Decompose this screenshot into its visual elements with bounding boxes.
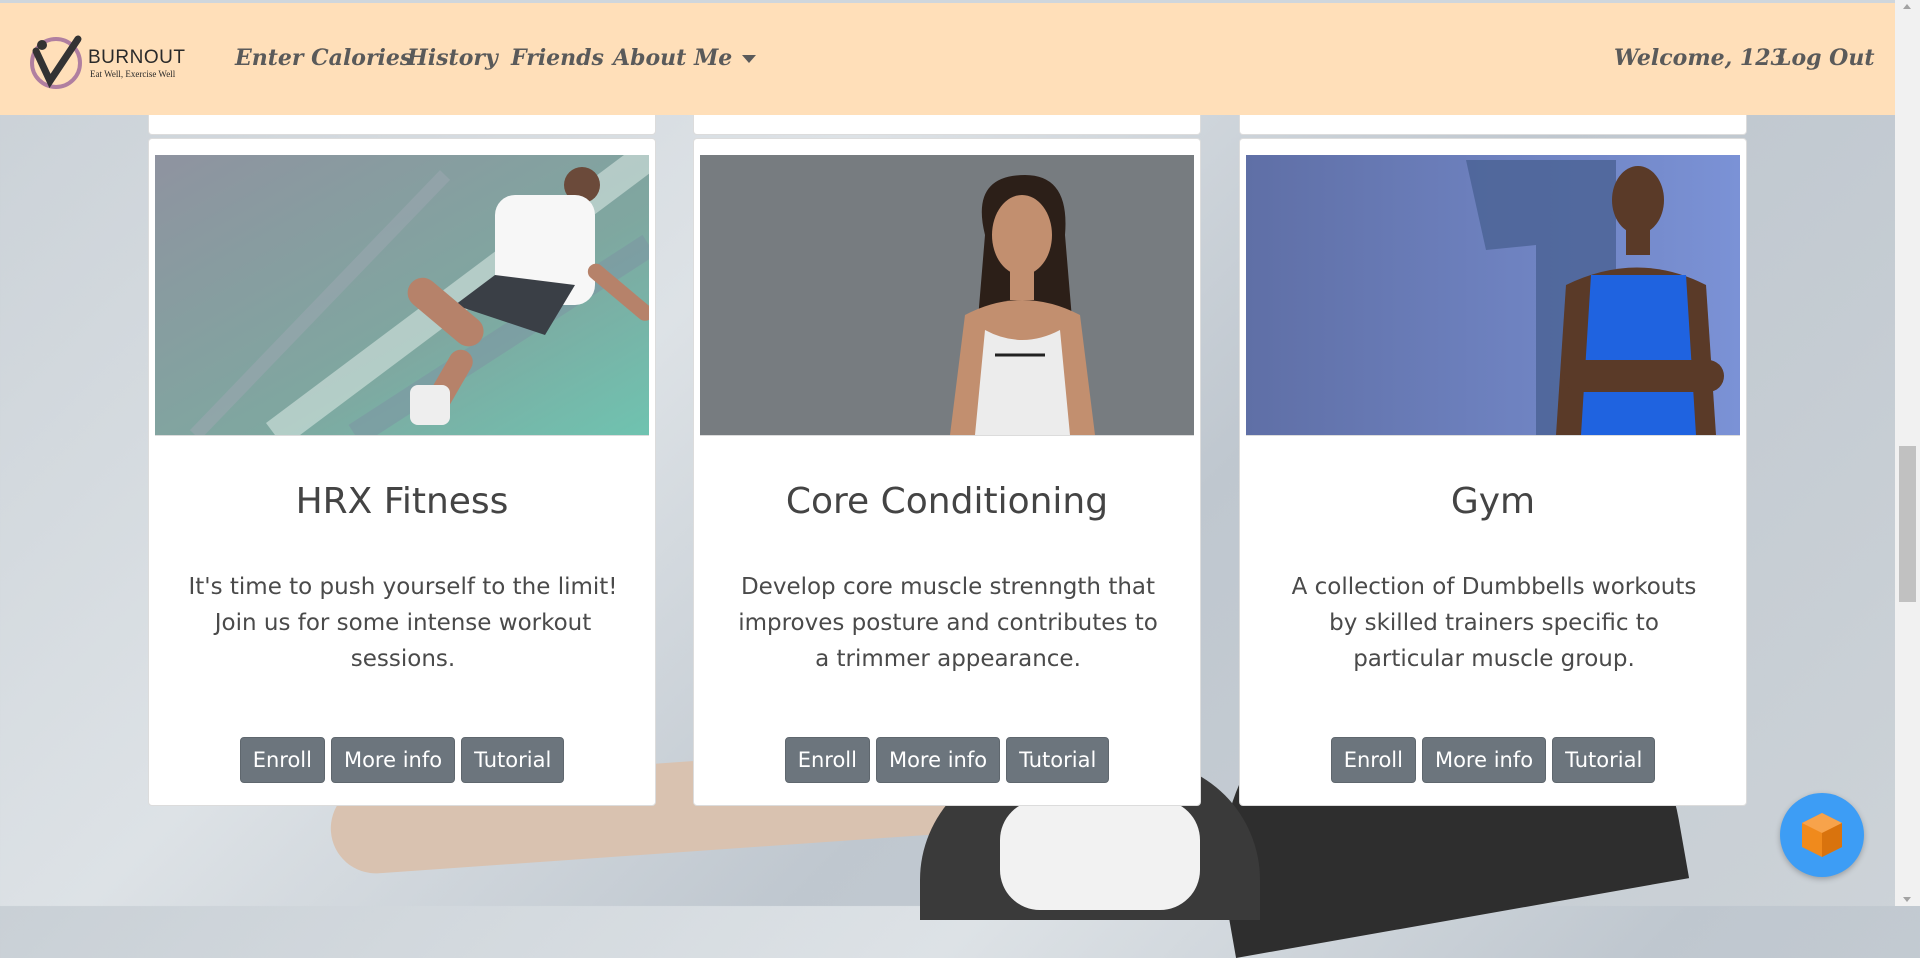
card-bottom-edge [1239,115,1747,135]
scroll-up-arrow-icon[interactable] [1903,4,1911,9]
page-scrollbar[interactable] [1895,0,1920,906]
burnout-logo-icon [30,35,82,89]
card-description: A collection of Dumbbells workouts by sk… [1291,574,1697,672]
course-image [700,155,1194,436]
course-card-core-conditioning: Core Conditioning Develop core muscle st… [693,138,1201,806]
nav-about-me-dropdown[interactable]: About Me [613,45,757,71]
enroll-button[interactable]: Enroll [239,737,325,783]
scrollbar-thumb[interactable] [1899,446,1916,602]
course-image [155,155,649,436]
navbar: BURNOUT Eat Well, Exercise Well Enter Ca… [0,0,1895,115]
course-card-hrx-fitness: HRX Fitness It's time to push yourself t… [148,138,656,806]
tutorial-button[interactable]: Tutorial [1006,737,1110,783]
nav-enter-calories[interactable]: Enter Calories [235,45,412,71]
chevron-down-icon [742,55,757,63]
course-image [1246,155,1740,436]
more-info-button[interactable]: More info [1421,737,1547,783]
tutorial-button[interactable]: Tutorial [461,737,565,783]
more-info-button[interactable]: More info [330,737,456,783]
course-card-gym: Gym A collection of Dumbbells workouts b… [1239,138,1747,806]
logout-link[interactable]: Log Out [1776,45,1875,71]
card-actions: Enroll More info Tutorial [149,737,655,783]
nav-friends[interactable]: Friends [511,45,604,71]
card-title: Gym [1450,481,1536,522]
nav-about-me-label: About Me [613,45,733,71]
chat-widget-button[interactable] [1780,793,1864,877]
card-title: Core Conditioning [785,481,1109,522]
card-description: Develop core muscle strenngth that impro… [738,574,1158,672]
more-info-button[interactable]: More info [875,737,1001,783]
brand-tagline: Eat Well, Exercise Well [90,69,176,79]
athlete-photo [155,155,649,435]
nav-history[interactable]: History [407,45,498,71]
card-actions: Enroll More info Tutorial [694,737,1200,783]
trainer-photo [1246,155,1740,435]
cube-icon [1802,813,1842,857]
card-description: It's time to push yourself to the limit!… [188,574,618,672]
brand-name: BURNOUT [88,47,186,68]
trainer-photo [700,155,1194,435]
background-figure-top [1000,800,1200,910]
brand-logo[interactable]: BURNOUT Eat Well, Exercise Well [28,29,198,95]
card-title: HRX Fitness [295,481,509,522]
card-actions: Enroll More info Tutorial [1240,737,1746,783]
scroll-down-arrow-icon[interactable] [1903,897,1911,902]
card-bottom-edge [693,115,1201,135]
enroll-button[interactable]: Enroll [1330,737,1416,783]
card-bottom-edge [148,115,656,135]
enroll-button[interactable]: Enroll [784,737,870,783]
welcome-user: Welcome, 123 [1614,45,1786,71]
tutorial-button[interactable]: Tutorial [1552,737,1656,783]
